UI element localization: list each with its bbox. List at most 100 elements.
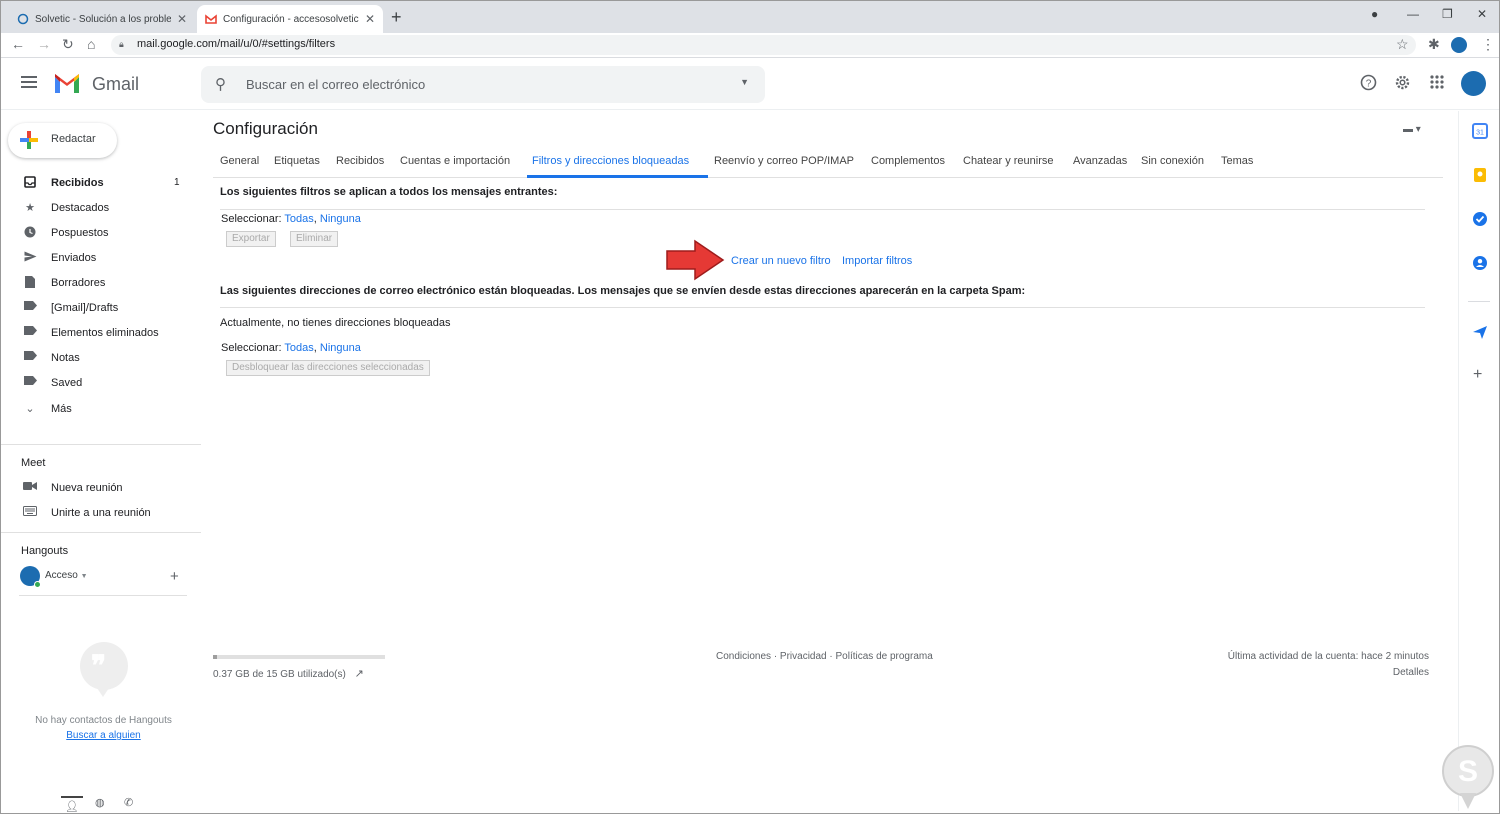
browser-tab-bar: Solvetic - Solución a los problem ✕ Conf… — [1, 1, 1499, 33]
input-tools-keyboard-icon[interactable]: ▬ ▾ — [1403, 124, 1421, 135]
search-bar[interactable]: ⚲ Buscar en el correo electrónico ▼ — [201, 66, 765, 103]
unread-count: 1 — [174, 177, 180, 188]
new-conversation-plus-icon[interactable]: + — [170, 568, 179, 585]
sidebar-divider — [1, 444, 201, 445]
calendar-icon[interactable]: 31 — [1472, 123, 1488, 139]
last-activity-text: Última actividad de la cuenta: hace 2 mi… — [1227, 651, 1429, 662]
sidebar-item-label: Notas — [51, 352, 80, 364]
get-addons-plus-icon[interactable]: + — [1473, 366, 1482, 384]
url-text: mail.google.com/mail/u/0/#settings/filte… — [137, 38, 336, 50]
tab-chat-meet[interactable]: Chatear y reunirse — [963, 155, 1054, 167]
contacts-person-icon[interactable]: 👤︎ — [61, 796, 83, 813]
unblock-button[interactable]: Desbloquear las direcciones seleccionada… — [226, 360, 430, 376]
profile-menu-icon[interactable]: ● — [1371, 7, 1378, 21]
help-icon[interactable]: ? — [1360, 74, 1377, 95]
create-filter-link[interactable]: Crear un nuevo filtro — [731, 255, 831, 267]
compose-button[interactable]: Redactar — [8, 123, 117, 158]
browser-tab-gmail[interactable]: Configuración - accesosolvetic10 ✕ — [197, 5, 383, 33]
conversations-icon[interactable]: ◍ — [95, 796, 105, 809]
bookmark-star-icon[interactable]: ☆ — [1396, 36, 1409, 53]
contacts-icon[interactable] — [1472, 255, 1488, 271]
hangouts-user-name[interactable]: Acceso ▼ — [45, 570, 88, 581]
select-label: Seleccionar: — [221, 342, 282, 354]
account-avatar[interactable] — [1461, 71, 1486, 96]
tab-filters-blocked[interactable]: Filtros y direcciones bloqueadas — [532, 155, 689, 167]
import-filters-link[interactable]: Importar filtros — [842, 255, 912, 267]
gmail-logo-icon[interactable] — [53, 73, 81, 94]
select-none-link[interactable]: Ninguna — [320, 342, 361, 354]
tab-themes[interactable]: Temas — [1221, 155, 1253, 167]
sidebar-item-snoozed[interactable]: Pospuestos — [1, 221, 193, 246]
send-addon-icon[interactable] — [1472, 324, 1488, 340]
browser-profile-avatar[interactable] — [1451, 37, 1467, 53]
tab-accounts-import[interactable]: Cuentas e importación — [400, 155, 510, 167]
home-icon[interactable]: ⌂ — [87, 36, 95, 52]
sidebar-item-starred[interactable]: ★ Destacados — [1, 196, 193, 221]
search-options-icon[interactable]: ▼ — [740, 77, 749, 87]
search-input[interactable]: Buscar en el correo electrónico — [246, 77, 425, 92]
select-none-link[interactable]: Ninguna — [320, 213, 361, 225]
sidebar-item-more[interactable]: ⌄ Más — [1, 397, 193, 422]
minimize-icon[interactable]: — — [1407, 7, 1419, 21]
phone-icon[interactable]: ✆ — [124, 796, 133, 809]
settings-gear-icon[interactable] — [1394, 74, 1411, 95]
select-all-link[interactable]: Todas — [284, 342, 313, 354]
blocked-select-row: Seleccionar: Todas, Ninguna — [221, 342, 361, 354]
close-tab-icon[interactable]: ✕ — [365, 12, 375, 26]
new-tab-icon[interactable]: + — [391, 7, 402, 28]
keep-icon[interactable] — [1472, 167, 1488, 183]
tab-addons[interactable]: Complementos — [871, 155, 945, 167]
sidebar-item-label: Borradores — [51, 277, 106, 289]
browser-tab-title: Solvetic - Solución a los problem — [35, 13, 171, 25]
details-link[interactable]: Detalles — [1393, 667, 1429, 678]
footer-links[interactable]: Condiciones · Privacidad · Políticas de … — [716, 651, 933, 662]
delete-button[interactable]: Eliminar — [290, 231, 339, 247]
solvetic-favicon-icon — [17, 13, 29, 25]
search-icon[interactable]: ⚲ — [215, 75, 226, 93]
sidebar-item-sent[interactable]: Enviados — [1, 246, 193, 271]
tasks-icon[interactable] — [1472, 211, 1488, 227]
compose-label: Redactar — [51, 133, 96, 145]
section-divider — [220, 209, 1425, 210]
meet-new-meeting[interactable]: Nueva reunión — [1, 476, 193, 501]
select-all-link[interactable]: Todas — [284, 213, 313, 225]
sidebar-item-notes[interactable]: Notas — [1, 346, 193, 371]
sidebar-item-label: Nueva reunión — [51, 482, 123, 494]
tab-offline[interactable]: Sin conexión — [1141, 155, 1204, 167]
sidebar-item-inbox[interactable]: Recibidos 1 — [1, 171, 193, 196]
browser-menu-icon[interactable]: ⋮ — [1481, 36, 1495, 53]
label-icon — [23, 301, 37, 313]
forward-icon[interactable]: → — [37, 36, 51, 52]
apps-grid-icon[interactable] — [1429, 74, 1445, 94]
reload-icon[interactable]: ↻ — [62, 36, 74, 53]
main-menu-icon[interactable] — [21, 76, 37, 88]
tab-general[interactable]: General — [220, 155, 259, 167]
back-icon[interactable]: ← — [11, 36, 25, 52]
extensions-icon[interactable]: ✱ — [1428, 36, 1440, 53]
sidebar-item-gmail-drafts[interactable]: [Gmail]/Drafts — [1, 296, 193, 321]
open-external-icon[interactable]: ↗ — [355, 668, 364, 680]
tab-advanced[interactable]: Avanzadas — [1073, 155, 1127, 167]
tab-labels[interactable]: Etiquetas — [274, 155, 320, 167]
close-window-icon[interactable]: ✕ — [1477, 7, 1487, 21]
tab-forwarding-pop-imap[interactable]: Reenvío y correo POP/IMAP — [714, 155, 854, 167]
sidebar-item-saved[interactable]: Saved — [1, 371, 193, 396]
restore-icon[interactable]: ❐ — [1442, 7, 1453, 21]
red-arrow-icon — [666, 239, 725, 281]
export-button[interactable]: Exportar — [226, 231, 276, 247]
active-tab-indicator — [527, 175, 708, 178]
sidebar-item-label: Más — [51, 403, 72, 415]
inbox-icon — [23, 176, 37, 191]
sidebar-divider — [19, 595, 187, 596]
address-bar[interactable]: 🔒︎ mail.google.com/mail/u/0/#settings/fi… — [111, 35, 1416, 55]
sidebar-item-drafts[interactable]: Borradores — [1, 271, 193, 296]
svg-text:?: ? — [1366, 79, 1372, 90]
close-tab-icon[interactable]: ✕ — [177, 12, 187, 26]
meet-join-meeting[interactable]: Unirte a una reunión — [1, 501, 193, 526]
browser-tab-solvetic[interactable]: Solvetic - Solución a los problem ✕ — [9, 5, 195, 33]
tab-inbox[interactable]: Recibidos — [336, 155, 384, 167]
side-panel-divider — [1468, 301, 1490, 302]
find-someone-link[interactable]: Buscar a alguien — [1, 730, 206, 741]
lock-icon: 🔒︎ — [119, 39, 124, 49]
sidebar-item-deleted[interactable]: Elementos eliminados — [1, 321, 193, 346]
